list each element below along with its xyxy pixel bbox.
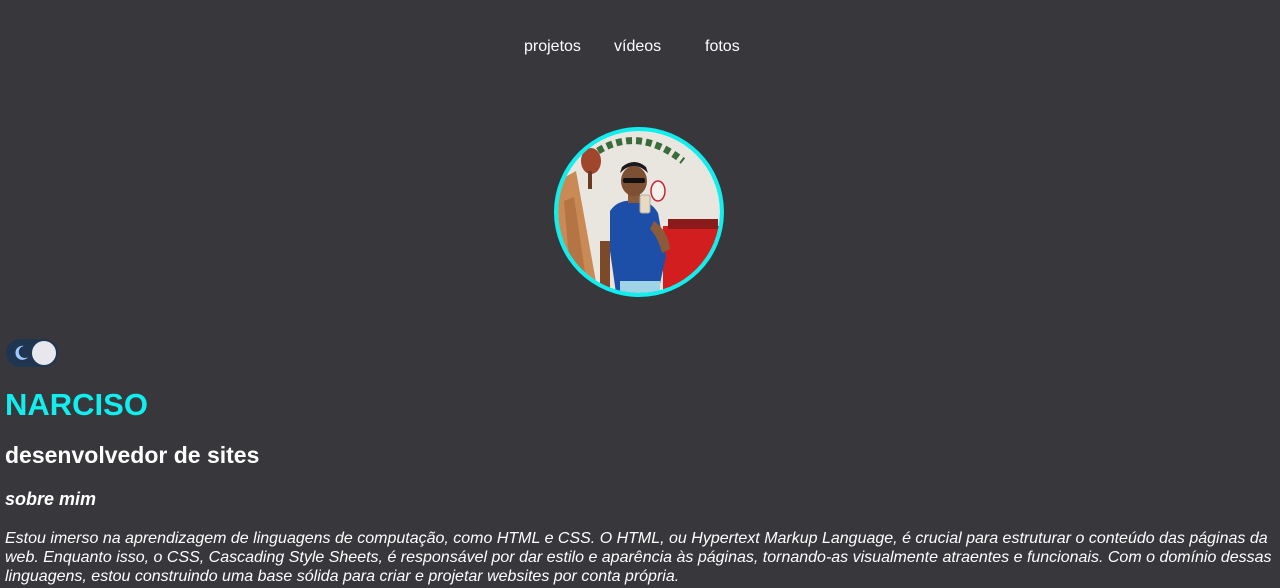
toggle-knob [32, 341, 56, 365]
profile-photo [558, 131, 720, 293]
nav-link-projetos[interactable]: projetos [524, 38, 581, 56]
theme-toggle[interactable] [6, 339, 58, 367]
moon-icon [15, 345, 28, 360]
about-text: Estou imerso na aprendizagem de linguage… [5, 530, 1272, 585]
about-title: sobre mim [5, 489, 97, 509]
main-nav: projetos vídeos fotos [0, 36, 1280, 60]
hero-name: NARCISO [5, 387, 148, 422]
nav-link-fotos[interactable]: fotos [705, 38, 740, 56]
profile-photo-frame [554, 127, 724, 297]
nav-link-videos[interactable]: vídeos [614, 38, 661, 56]
hero-role: desenvolvedor de sites [5, 442, 260, 468]
